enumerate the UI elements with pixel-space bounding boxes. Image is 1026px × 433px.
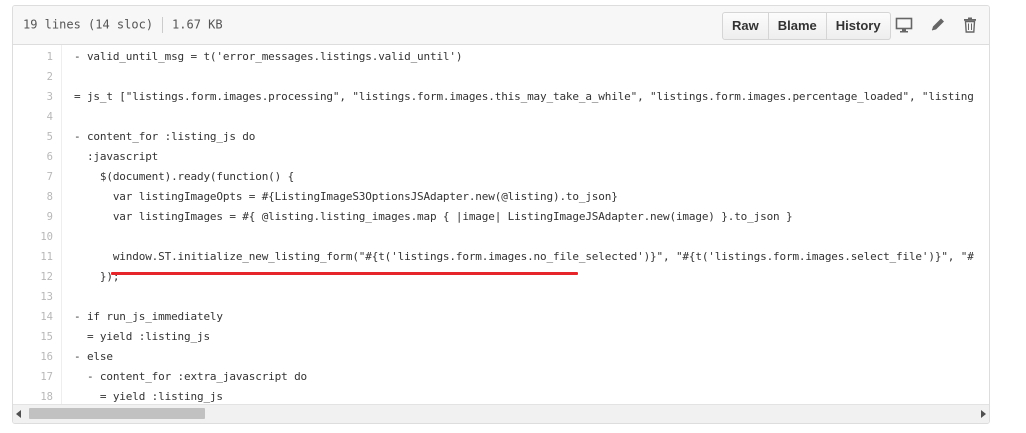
desktop-icon[interactable] <box>895 17 913 33</box>
line-code: var listingImages = #{ @listing.listing_… <box>74 210 793 223</box>
file-actions: Raw Blame History <box>722 12 891 40</box>
line-code: = yield :listing_js <box>74 390 223 403</box>
line-number[interactable]: 9 <box>13 207 53 227</box>
line-number[interactable]: 7 <box>13 167 53 187</box>
history-button[interactable]: History <box>825 13 890 39</box>
pencil-icon[interactable] <box>929 17 947 33</box>
line-code: - if run_js_immediately <box>74 310 223 323</box>
line-number[interactable]: 15 <box>13 327 53 347</box>
line-code: var listingImageOpts = #{ListingImageS3O… <box>74 190 618 203</box>
code-line: 6 :javascript <box>13 147 989 167</box>
line-number[interactable]: 8 <box>13 187 53 207</box>
trash-icon[interactable] <box>961 17 979 33</box>
line-code: - content_for :listing_js do <box>74 130 256 143</box>
code-line: 10 <box>13 227 989 247</box>
line-code: = yield :listing_js <box>74 330 210 343</box>
red-underline-annotation <box>111 272 578 275</box>
line-number[interactable]: 6 <box>13 147 53 167</box>
file-viewer: 19 lines (14 sloc) 1.67 KB Raw Blame Hist… <box>12 5 990 424</box>
code-line: 15 = yield :listing_js <box>13 327 989 347</box>
line-number[interactable]: 17 <box>13 367 53 387</box>
code-line: 12 }); <box>13 267 989 287</box>
line-number[interactable]: 10 <box>13 227 53 247</box>
code-line: 2 <box>13 67 989 87</box>
line-number[interactable]: 13 <box>13 287 53 307</box>
file-info: 19 lines (14 sloc) 1.67 KB <box>23 17 223 33</box>
line-code: - else <box>74 350 113 363</box>
code-view: 1 - valid_until_msg = t('error_messages.… <box>13 45 989 405</box>
code-line: 9 var listingImages = #{ @listing.listin… <box>13 207 989 227</box>
file-header: 19 lines (14 sloc) 1.67 KB Raw Blame Hist… <box>13 6 989 45</box>
code-line: 13 <box>13 287 989 307</box>
code-line: 16 - else <box>13 347 989 367</box>
scroll-thumb[interactable] <box>29 408 205 419</box>
scroll-left-arrow-icon[interactable] <box>16 410 21 418</box>
line-number[interactable]: 11 <box>13 247 53 267</box>
code-line: 5 - content_for :listing_js do <box>13 127 989 147</box>
code-line: 3 = js_t ["listings.form.images.processi… <box>13 87 989 107</box>
scroll-right-arrow-icon[interactable] <box>981 410 986 418</box>
code-line: 11 window.ST.initialize_new_listing_form… <box>13 247 989 267</box>
line-number[interactable]: 12 <box>13 267 53 287</box>
line-code: = js_t ["listings.form.images.processing… <box>74 90 974 103</box>
code-line: 18 = yield :listing_js <box>13 387 989 405</box>
line-number[interactable]: 2 <box>13 67 53 87</box>
line-code: - content_for :extra_javascript do <box>74 370 308 383</box>
line-number[interactable]: 1 <box>13 47 53 67</box>
divider <box>162 17 164 33</box>
line-code: :javascript <box>74 150 159 163</box>
line-number[interactable]: 14 <box>13 307 53 327</box>
raw-button[interactable]: Raw <box>723 13 768 39</box>
line-code: }); <box>74 270 120 283</box>
line-code: window.ST.initialize_new_listing_form("#… <box>74 250 974 263</box>
horizontal-scrollbar[interactable] <box>13 404 989 423</box>
line-number[interactable]: 16 <box>13 347 53 367</box>
code-line: 14 - if run_js_immediately <box>13 307 989 327</box>
line-code: - valid_until_msg = t('error_messages.li… <box>74 50 463 63</box>
line-code: $(document).ready(function() { <box>74 170 295 183</box>
code-line: 7 $(document).ready(function() { <box>13 167 989 187</box>
line-number[interactable]: 18 <box>13 387 53 405</box>
line-count: 19 lines (14 sloc) <box>23 17 154 32</box>
blame-button[interactable]: Blame <box>767 13 826 39</box>
code-line: 17 - content_for :extra_javascript do <box>13 367 989 387</box>
line-number[interactable]: 5 <box>13 127 53 147</box>
code-line: 4 <box>13 107 989 127</box>
line-number[interactable]: 4 <box>13 107 53 127</box>
code-line: 8 var listingImageOpts = #{ListingImageS… <box>13 187 989 207</box>
line-number[interactable]: 3 <box>13 87 53 107</box>
code-line: 1 - valid_until_msg = t('error_messages.… <box>13 47 989 67</box>
file-size: 1.67 KB <box>172 17 223 32</box>
